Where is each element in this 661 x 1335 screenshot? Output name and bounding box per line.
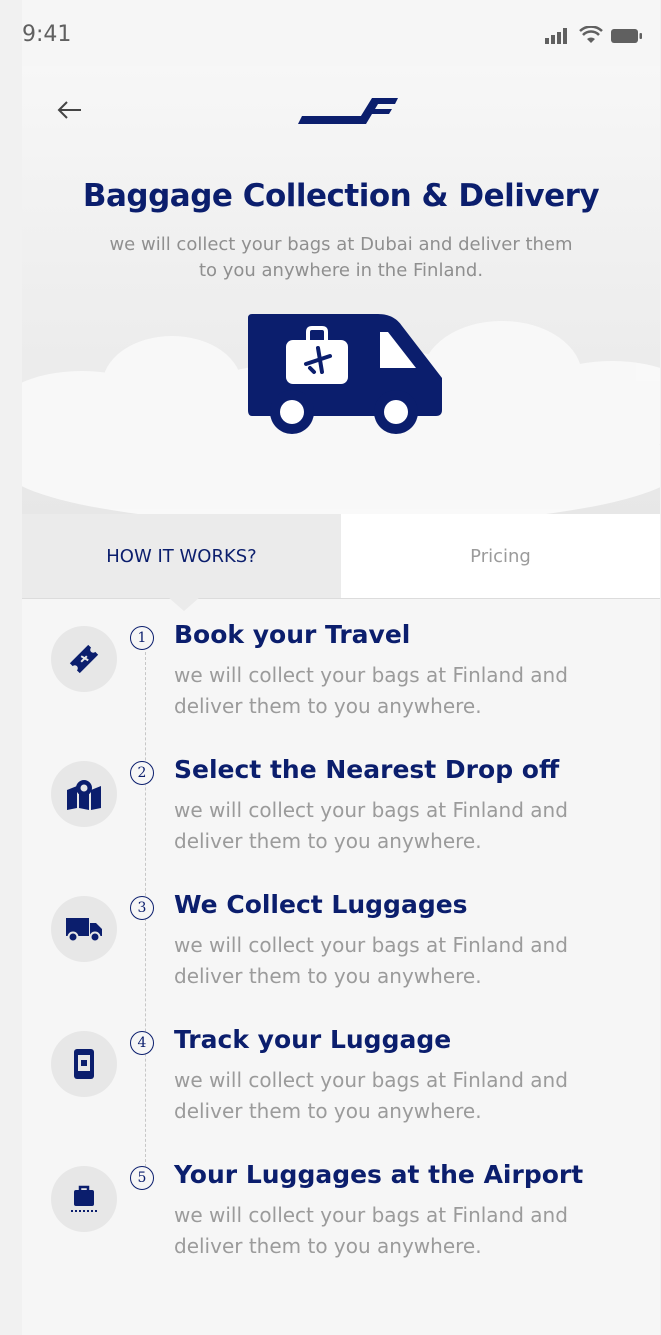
status-time: 9:41 <box>22 22 72 47</box>
step-title: Track your Luggage <box>174 1025 452 1054</box>
luggage-cart-icon <box>71 1185 97 1212</box>
phone-icon <box>74 1049 94 1079</box>
step-number: 1 <box>130 626 154 650</box>
step-title: Select the Nearest Drop off <box>174 755 560 784</box>
step-item: 5 Your Luggages at the Airport we will c… <box>22 1160 660 1296</box>
map-pin-icon <box>67 780 101 810</box>
back-button[interactable] <box>50 92 90 128</box>
airline-logo <box>298 98 398 124</box>
hero-section: Baggage Collection & Delivery we will co… <box>22 66 660 514</box>
battery-icon <box>611 29 642 43</box>
step-item: 3 We Collect Luggages we will collect yo… <box>22 890 660 1026</box>
step-icon-circle <box>51 1166 117 1232</box>
step-number: 5 <box>130 1166 154 1190</box>
truck-icon <box>66 918 102 942</box>
step-item: 1 Book your Travel we will collect your … <box>22 620 660 756</box>
step-number: 2 <box>130 761 154 785</box>
delivery-van-icon <box>248 314 442 434</box>
step-icon-circle <box>51 626 117 692</box>
signal-icon <box>545 28 567 44</box>
step-description: we will collect your bags at Finland and… <box>174 933 568 988</box>
page-subtitle: we will collect your bags at Dubai and d… <box>109 234 573 281</box>
step-title: Book your Travel <box>174 620 411 649</box>
arrow-left-icon <box>57 101 81 119</box>
app-screen: Baggage Collection & Delivery we will co… <box>22 66 660 1335</box>
step-item: 2 Select the Nearest Drop off we will co… <box>22 755 660 891</box>
wifi-icon <box>579 26 603 43</box>
page-title: Baggage Collection & Delivery <box>82 178 600 214</box>
step-description: we will collect your bags at Finland and… <box>174 1203 568 1258</box>
step-description: we will collect your bags at Finland and… <box>174 1068 568 1123</box>
status-icons <box>545 26 643 44</box>
step-icon-circle <box>51 761 117 827</box>
step-title: We Collect Luggages <box>174 890 468 919</box>
ticket-icon <box>69 644 99 674</box>
step-description: we will collect your bags at Finland and… <box>174 663 568 718</box>
step-number: 3 <box>130 896 154 920</box>
active-tab-indicator <box>168 597 200 611</box>
step-number: 4 <box>130 1031 154 1055</box>
tab-bar: HOW IT WORKS? Pricing <box>22 514 660 599</box>
step-icon-circle <box>51 1031 117 1097</box>
step-description: we will collect your bags at Finland and… <box>174 798 568 853</box>
tab-how-it-works[interactable]: HOW IT WORKS? <box>22 514 341 598</box>
step-item: 4 Track your Luggage we will collect you… <box>22 1025 660 1161</box>
step-icon-circle <box>51 896 117 962</box>
step-title: Your Luggages at the Airport <box>174 1160 584 1189</box>
tab-pricing[interactable]: Pricing <box>341 514 660 598</box>
